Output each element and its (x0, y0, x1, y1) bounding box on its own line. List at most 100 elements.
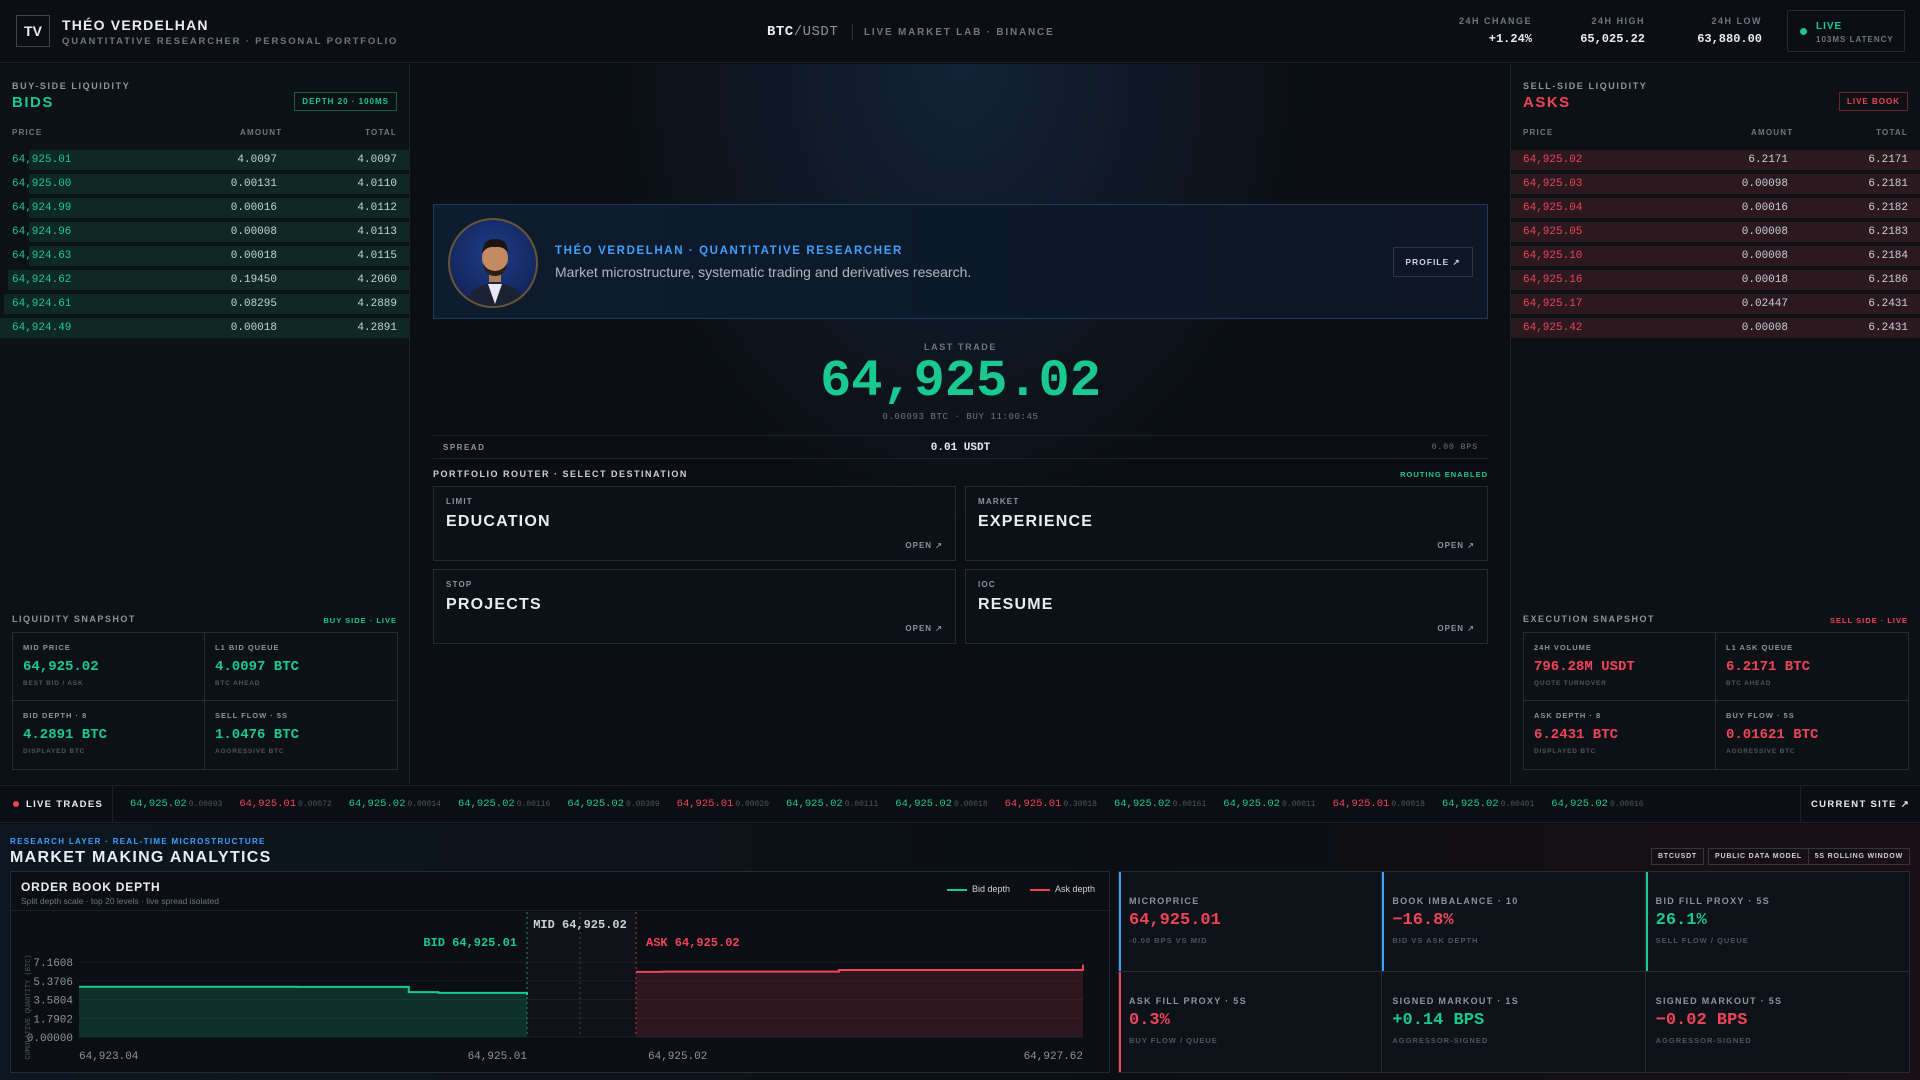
ticker-trade: 64,925.01 0.00020 (676, 798, 769, 810)
metric-accent (1119, 972, 1121, 1072)
panel-kicker: BUY-SIDE LIQUIDITY (12, 81, 131, 91)
stat-24h-change: 24H CHANGE +1.24% (1459, 16, 1532, 46)
route-open-link[interactable]: OPEN ↗ (1437, 541, 1475, 550)
row-price: 64,925.17 (1523, 298, 1583, 310)
snap-label: BID DEPTH · 8 (23, 711, 88, 720)
row-amount: 0.00018 (230, 322, 277, 334)
row-price: 64,925.10 (1523, 250, 1583, 262)
stat-value: +1.24% (1488, 32, 1532, 46)
last-trade-meta: 0.00093 BTC · BUY 11:00:45 (882, 412, 1039, 422)
bid-depth-area (79, 986, 527, 1037)
book-row[interactable]: 64,925.00 0.00131 4.0110 (0, 172, 409, 196)
book-row[interactable]: 64,925.10 0.00008 6.2184 (1511, 244, 1920, 268)
col-amount: AMOUNT (1751, 128, 1794, 137)
execution-snapshot: 24H VOLUME 796.28M USDT QUOTE TURNOVER L1 … (1523, 632, 1909, 770)
route-open-link[interactable]: OPEN ↗ (1437, 624, 1475, 633)
spread-bps: 0.00 BPS (1431, 443, 1478, 452)
row-amount: 0.00098 (1741, 178, 1788, 190)
row-total: 4.0097 (357, 154, 397, 166)
ticker-qty: 0.00014 (407, 800, 441, 809)
book-row[interactable]: 64,924.49 0.00018 4.2891 (0, 316, 409, 340)
snap-sub: DISPLAYED BTC (23, 748, 86, 755)
ticker-trade: 64,925.01 0.00018 (1332, 798, 1425, 810)
snap-cell: L1 BID QUEUE 4.0097 BTC BTC AHEAD (205, 633, 397, 701)
snap-sub: AGGRESSIVE BTC (215, 748, 285, 755)
snap-value: 64,925.02 (23, 659, 99, 675)
route-projects[interactable]: STOP PROJECTS OPEN ↗ (433, 569, 956, 644)
depth-bar (28, 150, 409, 170)
route-experience[interactable]: MARKET EXPERIENCE OPEN ↗ (965, 486, 1488, 561)
divider (11, 910, 1109, 911)
book-row[interactable]: 64,924.62 0.19450 4.2060 (0, 268, 409, 292)
stat-24h-high: 24H HIGH 65,025.22 (1580, 16, 1645, 46)
book-row[interactable]: 64,924.61 0.08295 4.2889 (0, 292, 409, 316)
snap-sub: AGGRESSIVE BTC (1726, 748, 1796, 755)
book-row[interactable]: 64,925.05 0.00008 6.2183 (1511, 220, 1920, 244)
snap-cell: 24H VOLUME 796.28M USDT QUOTE TURNOVER (1524, 633, 1716, 701)
row-total: 6.2184 (1868, 250, 1908, 262)
row-price: 64,924.96 (12, 226, 72, 238)
book-row[interactable]: 64,925.42 0.00008 6.2431 (1511, 316, 1920, 340)
chip-data-model[interactable]: PUBLIC DATA MODEL (1708, 848, 1809, 865)
route-kind: MARKET (978, 497, 1020, 506)
spread-bar: SPREAD 0.01 USDT 0.00 BPS (433, 435, 1488, 459)
book-row[interactable]: 64,924.99 0.00016 4.0112 (0, 196, 409, 220)
book-row[interactable]: 64,925.04 0.00016 6.2182 (1511, 196, 1920, 220)
book-row[interactable]: 64,925.16 0.00018 6.2186 (1511, 268, 1920, 292)
live-dot-icon (1800, 28, 1807, 35)
ticker-qty: 0.00018 (954, 800, 988, 809)
ticker-qty: 0.00016 (1609, 800, 1644, 809)
book-row[interactable]: 64,925.01 4.0097 4.0097 (0, 148, 409, 172)
y-axis-label: CUMULATIVE QUANTITY (BTC) (25, 954, 33, 1059)
mid-label: MID 64,925.02 (533, 918, 627, 932)
book-row[interactable]: 64,924.63 0.00018 4.0115 (0, 244, 409, 268)
bid-rows: 64,925.01 4.0097 4.0097 64,925.00 0.00131 4.0… (0, 148, 409, 340)
row-amount: 0.00008 (1741, 250, 1788, 262)
stat-value: 63,880.00 (1697, 32, 1762, 46)
ticker-items: 64,925.02 0.00093 64,925.01 0.00072 64,925.0… (130, 786, 1790, 822)
ticker-qty: 0.00116 (516, 800, 551, 809)
snap-sub: BTC AHEAD (1726, 680, 1772, 687)
route-open-link[interactable]: OPEN ↗ (905, 541, 943, 550)
row-price: 64,925.16 (1523, 274, 1583, 286)
live-dot-icon (13, 801, 19, 807)
ticker-qty: 0.00093 (188, 800, 223, 809)
snap-sub: BTC AHEAD (215, 680, 261, 687)
logo[interactable]: TV (16, 15, 50, 47)
x-tick-label: 64,925.01 (468, 1051, 528, 1063)
ticker-trade: 64,925.02 0.00116 (457, 798, 551, 810)
col-price: PRICE (12, 128, 43, 137)
chip-window[interactable]: 5S ROLLING WINDOW (1807, 848, 1910, 865)
profile-button[interactable]: PROFILE ↗ (1393, 247, 1473, 277)
metric-value: +0.14 BPS (1392, 1011, 1485, 1030)
row-total: 6.2431 (1868, 322, 1908, 334)
metric-card: BID FILL PROXY · 5S 26.1% SELL FLOW / QUEU… (1645, 872, 1909, 972)
ticker-trade: 64,925.02 0.00011 (1223, 798, 1316, 810)
current-site-link[interactable]: CURRENT SITE ↗ (1800, 786, 1920, 822)
route-open-link[interactable]: OPEN ↗ (905, 624, 943, 633)
route-resume[interactable]: IOC RESUME OPEN ↗ (965, 569, 1488, 644)
stat-value: 65,025.22 (1580, 32, 1645, 46)
pair-quote: /USDT (793, 24, 839, 40)
ticker-label-text: LIVE TRADES (26, 799, 104, 810)
ticker-label: LIVE TRADES (0, 786, 113, 822)
snap-value: 6.2171 BTC (1726, 659, 1811, 675)
col-total: TOTAL (365, 128, 397, 137)
book-row[interactable]: 64,925.03 0.00098 6.2181 (1511, 172, 1920, 196)
route-kind: STOP (446, 580, 473, 589)
book-row[interactable]: 64,925.02 6.2171 6.2171 (1511, 148, 1920, 172)
row-total: 6.2181 (1868, 178, 1908, 190)
chip-symbol[interactable]: BTCUSDT (1650, 848, 1704, 865)
route-education[interactable]: LIMIT EDUCATION OPEN ↗ (433, 486, 956, 561)
row-price: 64,925.01 (12, 154, 72, 166)
ticker-qty: 0.00018 (1391, 800, 1425, 809)
book-row[interactable]: 64,925.17 0.02447 6.2431 (1511, 292, 1920, 316)
last-trade-label: LAST TRADE (924, 342, 997, 352)
book-row[interactable]: 64,924.96 0.00008 4.0113 (0, 220, 409, 244)
metric-accent (1119, 872, 1121, 971)
stat-label: 24H LOW (1711, 16, 1762, 26)
depth-plot: 7.1608 5.3706 3.5804 1.7902 0.00000CUMULATIV… (25, 912, 1084, 1063)
x-tick-label: 64,923.04 (79, 1051, 139, 1063)
chart-title: ORDER BOOK DEPTH (21, 880, 161, 894)
metrics-grid: MICROPRICE 64,925.01 -0.00 BPS VS MID BOOK … (1118, 871, 1910, 1073)
